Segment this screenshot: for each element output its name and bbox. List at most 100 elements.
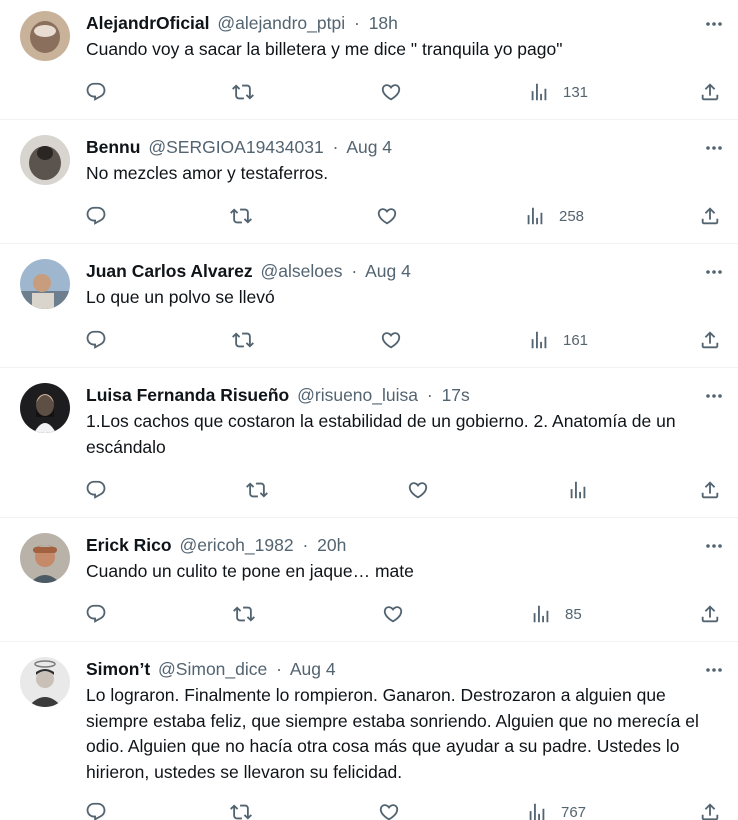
share-button[interactable] bbox=[699, 204, 721, 228]
views-icon bbox=[570, 481, 586, 499]
retweet-button[interactable] bbox=[230, 204, 252, 228]
author-handle[interactable]: @Simon_dice bbox=[158, 659, 267, 679]
like-button[interactable] bbox=[407, 478, 429, 502]
share-button[interactable] bbox=[699, 602, 721, 626]
retweet-button[interactable] bbox=[232, 80, 254, 104]
retweet-icon bbox=[232, 84, 254, 100]
views-button[interactable] bbox=[567, 478, 602, 502]
action-bar: 258 bbox=[0, 204, 738, 228]
tweet-text: 1.Los cachos que costaron la estabilidad… bbox=[86, 411, 676, 457]
author-handle[interactable]: @alejandro_ptpi bbox=[217, 13, 345, 33]
reply-button[interactable] bbox=[85, 204, 107, 228]
retweet-button[interactable] bbox=[232, 328, 254, 352]
author-name[interactable]: Luisa Fernanda Risueño bbox=[86, 385, 289, 405]
avatar[interactable] bbox=[20, 259, 70, 309]
tweet-header: Bennu @SERGIOA19434031 · Aug 4 bbox=[86, 134, 392, 160]
author-name[interactable]: Juan Carlos Alvarez bbox=[86, 261, 253, 281]
timestamp[interactable]: 18h bbox=[369, 13, 398, 33]
avatar[interactable] bbox=[20, 383, 70, 433]
tweet[interactable]: Bennu @SERGIOA19434031 · Aug 4 No mezcle… bbox=[0, 124, 738, 244]
author-name[interactable]: AlejandrOficial bbox=[86, 13, 210, 33]
reply-icon bbox=[86, 604, 106, 623]
timestamp[interactable]: 20h bbox=[317, 535, 346, 555]
reply-icon bbox=[86, 330, 106, 349]
reply-button[interactable] bbox=[85, 800, 107, 820]
views-count: 258 bbox=[559, 207, 585, 225]
avatar[interactable] bbox=[20, 11, 70, 61]
author-name[interactable]: Bennu bbox=[86, 137, 140, 157]
reply-button[interactable] bbox=[85, 602, 107, 626]
like-button[interactable] bbox=[380, 80, 402, 104]
author-handle[interactable]: @ericoh_1982 bbox=[179, 535, 293, 555]
more-options-icon[interactable] bbox=[704, 262, 724, 282]
separator-dot: · bbox=[302, 535, 309, 555]
tweet-text: Cuando un culito te pone en jaque… mate bbox=[86, 561, 414, 581]
share-button[interactable] bbox=[699, 478, 721, 502]
timestamp[interactable]: Aug 4 bbox=[365, 261, 411, 281]
more-options-icon[interactable] bbox=[704, 660, 724, 680]
tweet-text: Lo que un polvo se llevó bbox=[86, 287, 275, 307]
tweet[interactable]: Simon’t @Simon_dice · Aug 4 Lo lograron.… bbox=[0, 646, 738, 820]
views-button[interactable]: 767 bbox=[526, 800, 586, 820]
action-bar: 767 bbox=[0, 800, 738, 820]
tweet-text: Lo lograron. Finalmente lo rompieron. Ga… bbox=[86, 685, 699, 782]
views-icon bbox=[533, 605, 549, 623]
tweet[interactable]: Erick Rico @ericoh_1982 · 20h Cuando un … bbox=[0, 522, 738, 642]
retweet-button[interactable] bbox=[233, 602, 255, 626]
share-button[interactable] bbox=[699, 328, 721, 352]
tweet[interactable]: Luisa Fernanda Risueño @risueno_luisa · … bbox=[0, 372, 738, 518]
views-button[interactable]: 161 bbox=[528, 328, 588, 352]
reply-button[interactable] bbox=[85, 80, 107, 104]
views-button[interactable]: 85 bbox=[530, 602, 582, 626]
tweet-feed: AlejandrOficial @alejandro_ptpi · 18h Cu… bbox=[0, 0, 738, 820]
like-button[interactable] bbox=[380, 328, 402, 352]
author-name[interactable]: Simon’t bbox=[86, 659, 150, 679]
like-icon bbox=[408, 482, 428, 499]
tweet[interactable]: AlejandrOficial @alejandro_ptpi · 18h Cu… bbox=[0, 0, 738, 120]
tweet-header: Simon’t @Simon_dice · Aug 4 bbox=[86, 656, 336, 682]
like-icon bbox=[381, 84, 401, 101]
author-handle[interactable]: @SERGIOA19434031 bbox=[148, 137, 323, 157]
like-icon bbox=[381, 332, 401, 349]
more-options-icon[interactable] bbox=[704, 386, 724, 406]
avatar[interactable] bbox=[20, 135, 70, 185]
timestamp[interactable]: Aug 4 bbox=[346, 137, 392, 157]
timestamp[interactable]: 17s bbox=[442, 385, 470, 405]
like-button[interactable] bbox=[378, 800, 400, 820]
share-button[interactable] bbox=[699, 800, 721, 820]
retweet-icon bbox=[232, 332, 254, 348]
retweet-icon bbox=[230, 208, 252, 224]
avatar[interactable] bbox=[20, 657, 70, 707]
like-button[interactable] bbox=[376, 204, 398, 228]
separator-dot: · bbox=[426, 385, 433, 405]
separator-dot: · bbox=[276, 659, 282, 679]
views-button[interactable]: 131 bbox=[528, 80, 588, 104]
author-handle[interactable]: @risueno_luisa bbox=[297, 385, 418, 405]
separator-dot: · bbox=[353, 13, 360, 33]
views-button[interactable]: 258 bbox=[524, 204, 584, 228]
reply-button[interactable] bbox=[85, 478, 107, 502]
reply-icon bbox=[86, 206, 106, 225]
author-name[interactable]: Erick Rico bbox=[86, 535, 172, 555]
reply-icon bbox=[86, 480, 106, 499]
like-button[interactable] bbox=[382, 602, 404, 626]
retweet-button[interactable] bbox=[230, 800, 252, 820]
more-options-icon[interactable] bbox=[704, 536, 724, 556]
timestamp[interactable]: Aug 4 bbox=[290, 659, 336, 679]
retweet-button[interactable] bbox=[246, 478, 268, 502]
reply-button[interactable] bbox=[85, 328, 107, 352]
tweet[interactable]: Juan Carlos Alvarez @alseloes · Aug 4 Lo… bbox=[0, 248, 738, 368]
retweet-icon bbox=[230, 804, 252, 820]
share-icon bbox=[701, 207, 719, 225]
more-options-icon[interactable] bbox=[704, 138, 724, 158]
views-icon bbox=[531, 83, 547, 101]
action-bar: 85 bbox=[0, 602, 738, 626]
avatar[interactable] bbox=[20, 533, 70, 583]
share-button[interactable] bbox=[699, 80, 721, 104]
reply-icon bbox=[86, 82, 106, 101]
views-count: 767 bbox=[561, 803, 587, 820]
more-options-icon[interactable] bbox=[704, 14, 724, 34]
views-icon bbox=[529, 803, 545, 820]
author-handle[interactable]: @alseloes bbox=[261, 261, 343, 281]
like-icon bbox=[377, 208, 397, 225]
